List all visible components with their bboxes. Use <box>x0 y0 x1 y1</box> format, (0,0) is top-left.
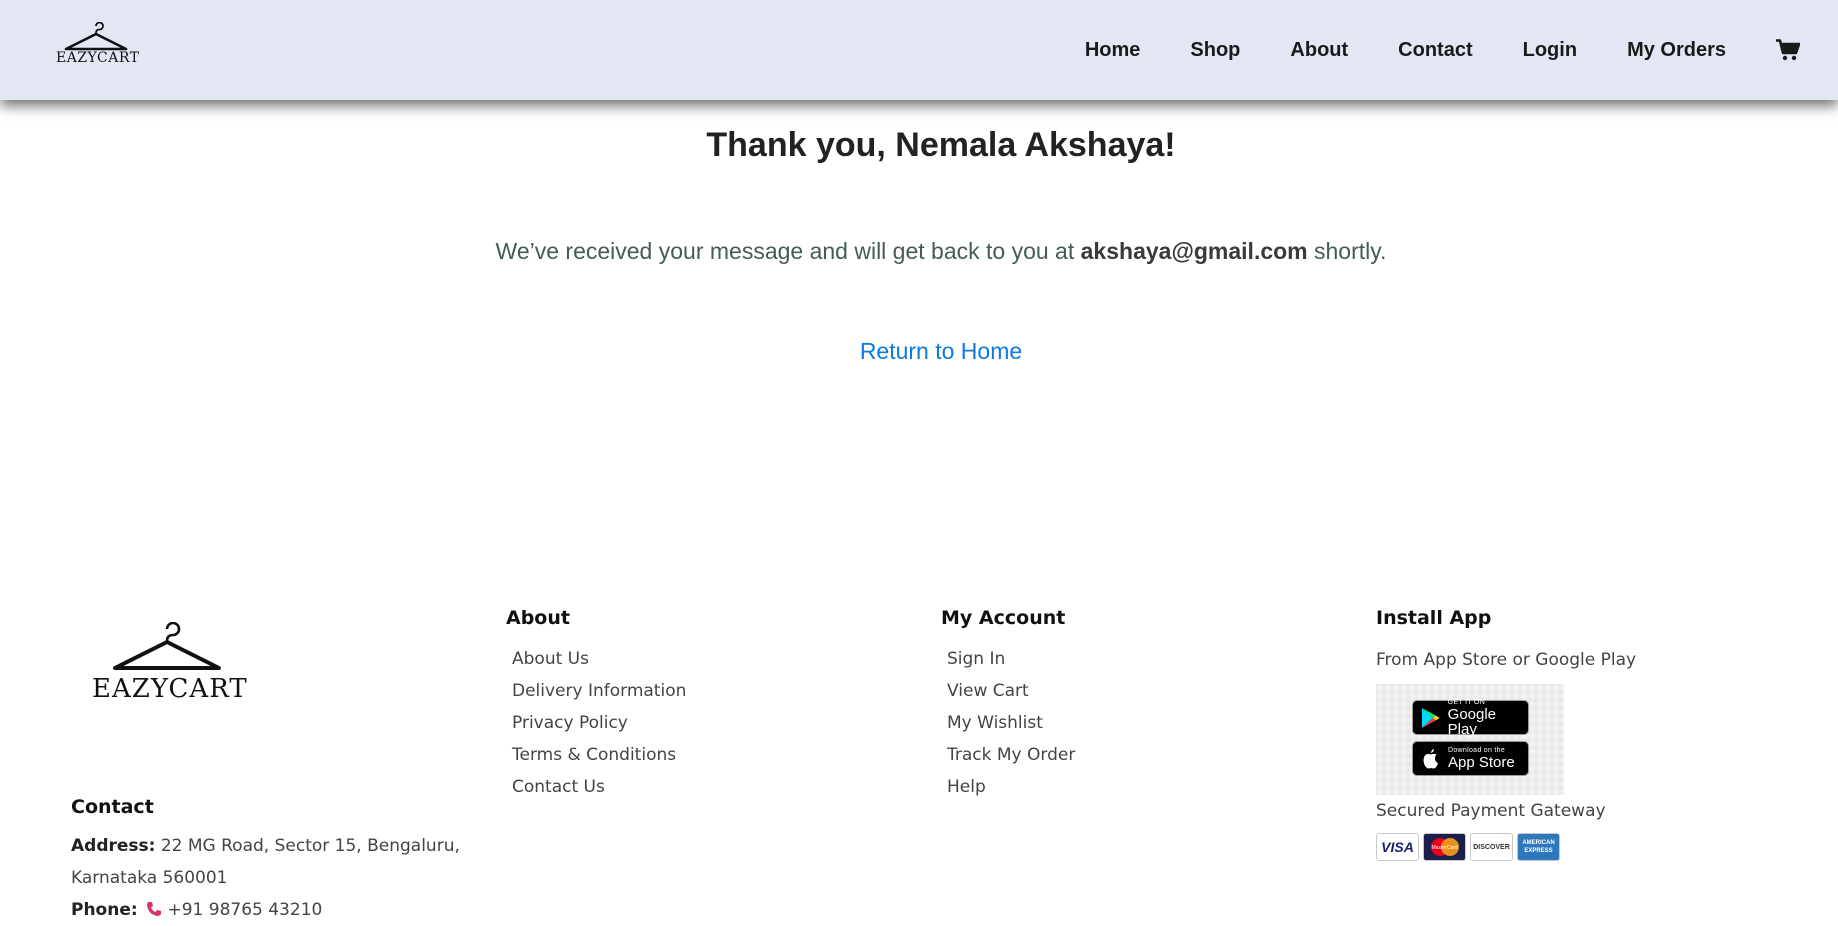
app-store-badge[interactable]: Download on the App Store <box>1412 741 1529 776</box>
address-label: Address: <box>71 836 156 856</box>
phone-icon <box>147 902 162 916</box>
footer-link-view-cart[interactable]: View Cart <box>941 675 1075 707</box>
nav-contact[interactable]: Contact <box>1398 39 1472 62</box>
main-nav: Home Shop About Contact Login My Orders <box>1035 0 1838 100</box>
footer-account-column: My Account Sign In View Cart My Wishlist… <box>941 607 1075 803</box>
footer-link-about-us[interactable]: About Us <box>506 643 686 675</box>
footer-link-delivery-information[interactable]: Delivery Information <box>506 675 686 707</box>
about-heading: About <box>506 607 570 629</box>
message-prefix: We’ve received your message and will get… <box>495 238 1081 264</box>
nav-login[interactable]: Login <box>1523 39 1577 62</box>
install-subtitle: From App Store or Google Play <box>1376 650 1637 670</box>
footer-about-column: About About Us Delivery Information Priv… <box>506 607 686 803</box>
footer-link-contact-us[interactable]: Contact Us <box>506 771 686 803</box>
visa-card-icon: VISA <box>1376 833 1419 861</box>
app-store-badges: GET IT ON Google Play Download on the Ap… <box>1376 684 1564 795</box>
mastercard-icon: MasterCard <box>1423 833 1466 861</box>
amex-card-icon: AMERICAN EXPRESS <box>1517 833 1560 861</box>
footer-logo-text: EAZYCART <box>92 674 248 704</box>
site-header: EAZYCART Home Shop About Contact Login M… <box>0 0 1838 100</box>
footer-link-terms-conditions[interactable]: Terms & Conditions <box>506 739 686 771</box>
footer-link-privacy-policy[interactable]: Privacy Policy <box>506 707 686 739</box>
nav-my-orders[interactable]: My Orders <box>1627 39 1726 62</box>
account-heading: My Account <box>941 607 1066 629</box>
discover-card-icon: DISCOVER <box>1470 833 1513 861</box>
app-store-small-text: Download on the <box>1448 747 1506 754</box>
hanger-icon <box>64 22 128 51</box>
google-play-icon <box>1421 707 1440 728</box>
nav-about[interactable]: About <box>1290 39 1348 62</box>
nav-shop[interactable]: Shop <box>1190 39 1240 62</box>
footer-link-my-wishlist[interactable]: My Wishlist <box>941 707 1075 739</box>
apple-icon <box>1423 748 1438 768</box>
footer-install-column: Install App From App Store or Google Pla… <box>1376 607 1676 861</box>
confirmation-message: We’ve received your message and will get… <box>0 238 1838 265</box>
footer-logo[interactable]: EAZYCART <box>92 621 248 714</box>
message-email: akshaya@gmail.com <box>1080 238 1308 264</box>
contact-address: Address: 22 MG Road, Sector 15, Bengalur… <box>71 830 511 894</box>
install-heading: Install App <box>1376 607 1492 629</box>
header-logo[interactable]: EAZYCART <box>56 22 140 70</box>
payment-cards: VISA MasterCard DISCOVER AMERICAN EXPRES… <box>1376 833 1676 861</box>
message-suffix: shortly. <box>1307 238 1387 264</box>
footer-link-sign-in[interactable]: Sign In <box>941 643 1075 675</box>
phone-label: Phone: <box>71 900 138 920</box>
thank-you-title: Thank you, Nemala Akshaya! <box>706 126 1176 164</box>
phone-value: +91 98765 43210 <box>162 900 323 920</box>
contact-phone: Phone: +91 98765 43210 <box>71 894 511 926</box>
app-store-big-text: App Store <box>1448 754 1515 771</box>
site-footer: EAZYCART Contact Address: 22 MG Road, Se… <box>0 600 1838 920</box>
google-play-badge[interactable]: GET IT ON Google Play <box>1412 698 1529 738</box>
shopping-cart-icon[interactable] <box>1776 39 1800 61</box>
contact-heading: Contact <box>71 796 154 818</box>
google-play-small-text: GET IT ON <box>1447 698 1486 706</box>
nav-home[interactable]: Home <box>1085 39 1141 62</box>
hanger-icon <box>113 621 221 670</box>
header-logo-text: EAZYCART <box>56 50 140 66</box>
return-home-link[interactable]: Return to Home <box>0 338 1838 365</box>
payment-gateway-text: Secured Payment Gateway <box>1376 801 1606 821</box>
footer-contact: Contact Address: 22 MG Road, Sector 15, … <box>71 796 511 926</box>
google-play-big-text: Google Play <box>1447 705 1497 738</box>
footer-link-help[interactable]: Help <box>941 771 1075 803</box>
footer-link-track-my-order[interactable]: Track My Order <box>941 739 1075 771</box>
